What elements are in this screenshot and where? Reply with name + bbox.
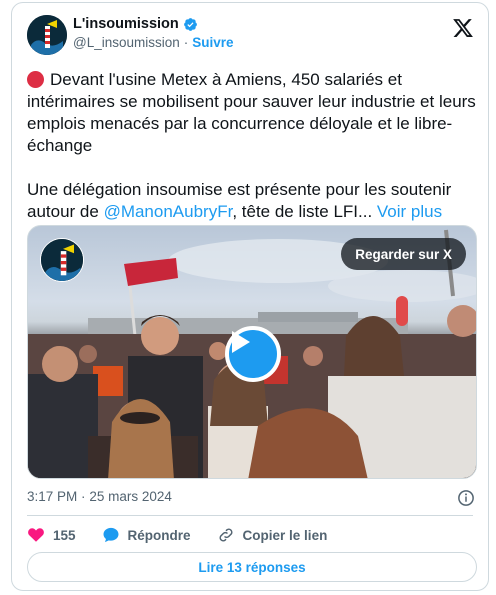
copy-link-button[interactable]: Copier le lien	[217, 526, 328, 544]
media-avatar	[40, 238, 84, 282]
heart-icon	[28, 528, 44, 542]
follow-button[interactable]: Suivre	[192, 35, 233, 50]
lighthouse-logo-icon	[41, 239, 83, 281]
play-icon	[232, 331, 250, 353]
author-handle[interactable]: @L_insoumission	[73, 35, 180, 50]
reply-button[interactable]: Répondre	[102, 526, 191, 544]
like-button[interactable]: 155	[27, 526, 76, 544]
tweet-actions: 155 Répondre Copier le lien	[27, 525, 353, 545]
handle-separator: ·	[183, 35, 189, 50]
tweet-text: Devant l'usine Metex à Amiens, 450 salar…	[27, 69, 477, 245]
divider	[27, 515, 473, 516]
copy-link-label: Copier le lien	[242, 527, 328, 543]
mention-link[interactable]: @ManonAubryFr	[104, 202, 233, 221]
tweet-paragraph-2-suffix: , tête de liste LFI...	[232, 202, 377, 221]
read-replies-button[interactable]: Lire 13 réponses	[27, 552, 477, 582]
video-media[interactable]: Regarder sur X	[27, 225, 477, 479]
x-logo-icon[interactable]	[452, 17, 474, 39]
red-circle-emoji-icon	[27, 71, 44, 88]
link-icon	[219, 528, 233, 542]
play-button[interactable]	[225, 326, 281, 382]
timestamp-separator: ·	[81, 489, 86, 504]
tweet-timestamp[interactable]: 3:17 PM · 25 mars 2024	[27, 489, 172, 504]
tweet-date: 25 mars 2024	[89, 489, 172, 504]
tweet-card: L'insoumission @L_insoumission · Suivre …	[11, 2, 489, 591]
tweet-header: L'insoumission @L_insoumission · Suivre	[27, 15, 476, 59]
tweet-paragraph-1: Devant l'usine Metex à Amiens, 450 salar…	[27, 70, 476, 155]
see-more-link[interactable]: Voir plus	[377, 202, 442, 221]
verified-badge-icon	[183, 17, 197, 31]
watch-on-x-button[interactable]: Regarder sur X	[341, 238, 466, 270]
reply-bubble-icon	[103, 527, 119, 543]
reply-label: Répondre	[127, 527, 191, 543]
info-icon[interactable]	[457, 489, 475, 507]
tweet-time: 3:17 PM	[27, 489, 78, 504]
author-avatar[interactable]	[27, 15, 67, 55]
like-count: 155	[53, 527, 76, 543]
author-display-name[interactable]: L'insoumission	[73, 16, 179, 32]
lighthouse-logo-icon	[27, 15, 67, 55]
